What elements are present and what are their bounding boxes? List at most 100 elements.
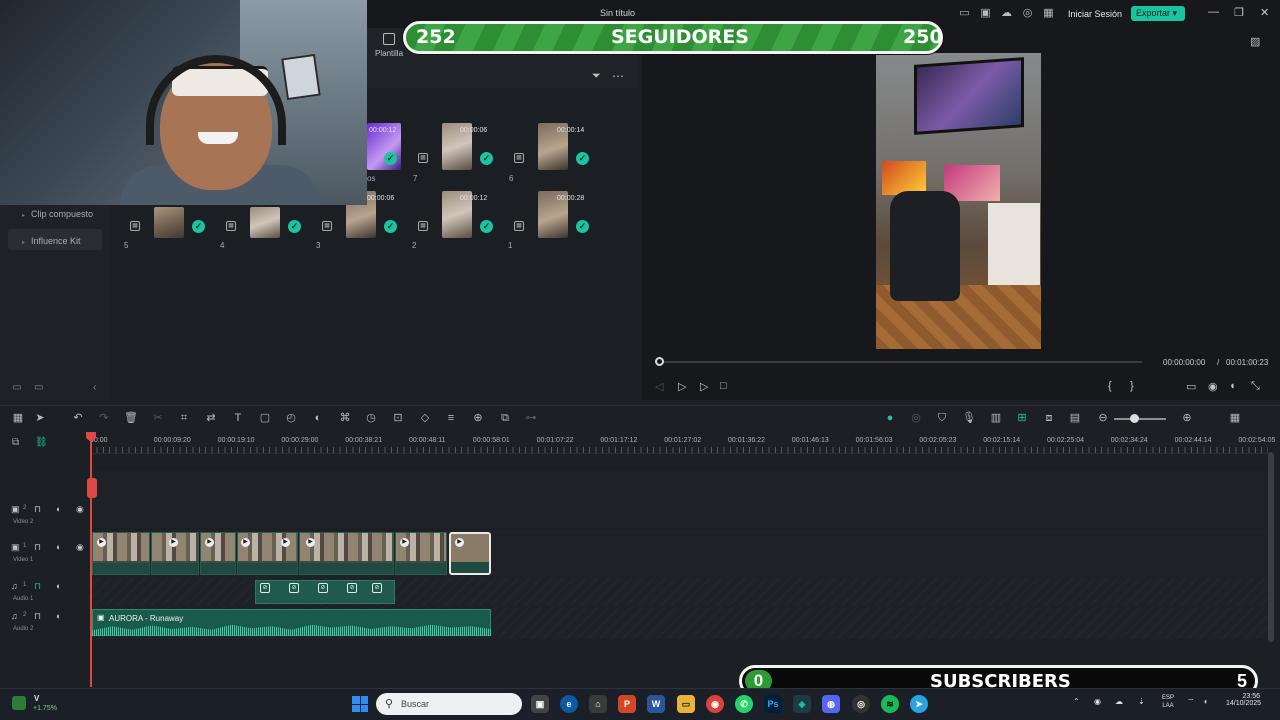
template-icon[interactable] <box>383 33 395 45</box>
preview-scrubber[interactable] <box>660 361 1142 363</box>
play-forward-icon[interactable]: ▷ <box>700 380 708 393</box>
whatsapp-icon[interactable]: ✆ <box>735 695 753 713</box>
undo-icon[interactable]: ↶ <box>71 411 85 425</box>
text-icon[interactable]: T <box>231 411 245 425</box>
taskbar-app-photoshop[interactable]: Ps <box>764 695 782 713</box>
tray-network-icon[interactable]: ⇣ <box>1138 697 1145 706</box>
file-explorer-icon[interactable]: ▭ <box>677 695 695 713</box>
camera-icon[interactable]: ◉ <box>1208 380 1218 393</box>
shape-icon[interactable]: ▢ <box>258 411 272 425</box>
link-icon[interactable]: ⊕ <box>471 411 485 425</box>
microphone-icon[interactable]: 🎙 <box>962 411 976 425</box>
display-icon[interactable]: ▭ <box>1186 380 1196 393</box>
filter-icon[interactable]: ⏷ <box>592 70 601 83</box>
mute-icon[interactable]: ◖ <box>55 581 60 591</box>
mute-icon[interactable]: ◖ <box>55 542 60 552</box>
chrome-icon[interactable]: ◉ <box>706 695 724 713</box>
pip-icon[interactable]: ⧈ <box>1042 411 1056 425</box>
timeline-scrollbar[interactable] <box>1268 452 1274 642</box>
lock-icon[interactable]: ⊓ <box>34 504 41 515</box>
tray-app-icon[interactable]: ◉ <box>1094 697 1101 706</box>
monitor-icon[interactable]: ▭ <box>958 7 971 19</box>
wifi-icon[interactable]: ⌔ <box>1187 697 1195 707</box>
prev-frame-icon[interactable]: ◁ <box>655 380 663 393</box>
export-button[interactable]: Exportar ▾ <box>1131 6 1185 21</box>
login-link[interactable]: Iniciar Sesión <box>1068 9 1122 19</box>
play-icon[interactable]: ▷ <box>678 380 686 393</box>
zoom-frame-icon[interactable]: ⊡ <box>391 411 405 425</box>
keyframe-icon[interactable]: ◇ <box>418 411 432 425</box>
link-toggle-icon[interactable]: ⛓ <box>35 437 48 448</box>
zoom-in-icon[interactable]: ⊕ <box>1180 411 1194 425</box>
lock-icon[interactable]: ⊓ <box>34 542 41 553</box>
snap-icon[interactable]: ⊞ <box>1015 411 1029 425</box>
media-thumbnail[interactable] <box>250 207 280 238</box>
multi-track-icon[interactable]: ▤ <box>1068 411 1082 425</box>
video-preview[interactable] <box>876 53 1041 349</box>
effect-icon[interactable]: ⊘ <box>372 583 382 593</box>
task-view-icon[interactable]: ▣ <box>531 695 549 713</box>
volume-tray-icon[interactable]: ◖ <box>1203 697 1208 706</box>
obs-icon[interactable]: ◎ <box>852 695 870 713</box>
adjust-icon[interactable]: ≡ <box>444 411 458 425</box>
playhead[interactable] <box>90 432 92 687</box>
grid-view-icon[interactable]: ▦ <box>1228 411 1242 425</box>
widget-label[interactable]: V <box>34 694 39 703</box>
playhead-marker[interactable] <box>87 478 97 498</box>
cut-icon[interactable]: ✂ <box>151 411 165 425</box>
delete-icon[interactable]: 🗑 <box>124 411 138 425</box>
taskbar-search[interactable] <box>376 693 522 715</box>
tray-overflow-icon[interactable]: ⌃ <box>1073 697 1080 706</box>
mute-icon[interactable]: ◖ <box>55 504 60 514</box>
eye-icon[interactable]: ◉ <box>76 504 84 515</box>
sidebar-item-influence-kit[interactable]: Influence Kit <box>22 236 81 246</box>
effect-icon[interactable]: ⊘ <box>318 583 328 593</box>
image-icon[interactable]: ▨ <box>1250 35 1260 48</box>
mark-in-icon[interactable]: { <box>1108 380 1112 392</box>
store-icon[interactable]: ⌂ <box>589 695 607 713</box>
tab-plantilla[interactable]: Plantilla <box>375 49 403 58</box>
track-video-2[interactable] <box>90 470 1268 528</box>
lock-icon[interactable]: ⊓ <box>34 611 41 622</box>
speed-icon[interactable]: ⇄ <box>204 411 218 425</box>
taskbar-app-word[interactable]: W <box>647 695 665 713</box>
preview-render-icon[interactable]: ◎ <box>909 411 923 425</box>
zoom-slider-handle[interactable] <box>1130 414 1139 423</box>
weather-widget-icon[interactable] <box>12 696 26 710</box>
mark-out-icon[interactable]: } <box>1130 380 1134 392</box>
folder-icon[interactable]: ▭ <box>12 382 21 393</box>
discord-icon[interactable]: ◍ <box>822 695 840 713</box>
start-button[interactable] <box>352 696 368 712</box>
eye-icon[interactable]: ◉ <box>76 542 84 553</box>
split-icon[interactable]: ⊶ <box>524 411 538 425</box>
new-folder-icon[interactable]: ▭ <box>34 382 43 393</box>
audio-mixer-icon[interactable]: ▥ <box>989 411 1003 425</box>
more-options-icon[interactable]: ⋯ <box>612 69 624 83</box>
select-tool-icon[interactable]: ➤ <box>33 411 47 425</box>
collapse-icon[interactable]: ‹ <box>93 382 96 393</box>
apps-grid-icon[interactable]: ▦ <box>1042 7 1055 19</box>
zoom-out-icon[interactable]: ⊖ <box>1096 411 1110 425</box>
maximize-button[interactable]: ❐ <box>1234 6 1244 19</box>
redo-icon[interactable]: ↷ <box>97 411 111 425</box>
volume-icon[interactable]: ◖ <box>1229 380 1236 392</box>
mute-icon[interactable]: ◖ <box>55 611 60 621</box>
effect-icon[interactable]: ⊘ <box>260 583 270 593</box>
timer-icon[interactable]: ◴ <box>284 411 298 425</box>
system-clock[interactable]: 23:56 14/10/2025 <box>1226 693 1261 707</box>
fullscreen-icon[interactable]: ⤡ <box>1251 380 1260 393</box>
group-icon[interactable]: ⧉ <box>498 411 512 425</box>
stabilize-icon[interactable]: ⌘ <box>338 411 352 425</box>
save-icon[interactable]: ▣ <box>979 7 992 19</box>
minimize-button[interactable]: — <box>1208 6 1219 18</box>
lock-icon[interactable]: ⊓ <box>34 581 41 592</box>
taskbar-app-powerpoint[interactable]: P <box>618 695 636 713</box>
shield-icon[interactable]: ⛉ <box>935 411 949 425</box>
cloud-icon[interactable]: ☁ <box>1000 7 1013 19</box>
stop-icon[interactable]: □ <box>720 380 727 392</box>
sidebar-item-clip-compuesto[interactable]: Clip compuesto <box>22 209 93 219</box>
crop-icon[interactable]: ⌗ <box>177 411 191 425</box>
effect-icon[interactable]: ⊘ <box>289 583 299 593</box>
color-icon[interactable]: ◐ <box>311 411 325 425</box>
edge-icon[interactable]: e <box>560 695 578 713</box>
